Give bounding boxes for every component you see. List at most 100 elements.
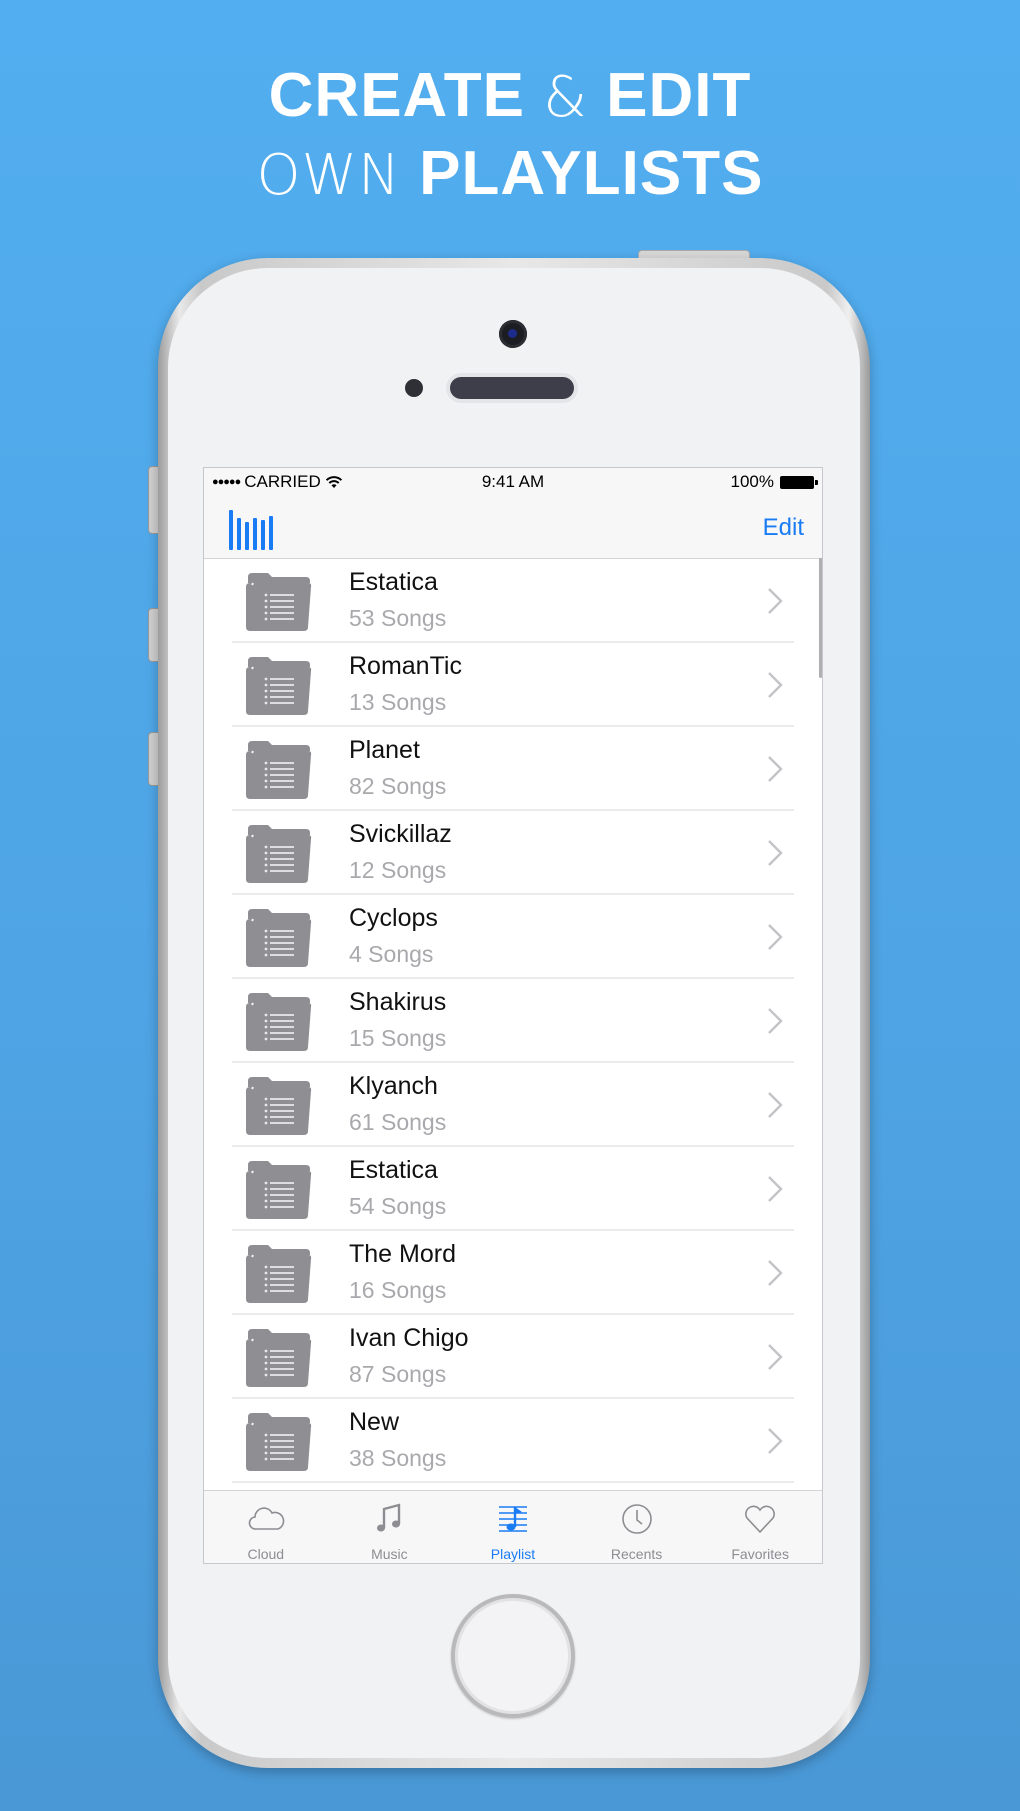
headline-line-1: CREATE & EDIT	[0, 58, 1020, 136]
cloud-icon	[248, 1507, 285, 1530]
chevron-right-icon	[768, 672, 783, 698]
headline-word: EDIT	[606, 61, 752, 130]
playlist-text: Shakirus 15 Songs	[349, 984, 446, 1056]
playlist-text: Svickillaz 12 Songs	[349, 816, 452, 888]
heart-icon	[745, 1505, 776, 1534]
playlist-name: New	[349, 1408, 400, 1436]
carrier-name: CARRIED	[244, 472, 321, 491]
playlist-song-count: 16 Songs	[349, 1277, 447, 1303]
playlist-folder-icon	[246, 1245, 312, 1303]
music-note-icon	[377, 1503, 401, 1532]
playlist-song-count: 38 Songs	[349, 1445, 447, 1471]
playlist-song-count: 12 Songs	[349, 857, 447, 883]
playlist-text: Estatica 53 Songs	[349, 564, 446, 636]
playlist-text: Cyclops 4 Songs	[349, 900, 438, 972]
playlist-text: Estatica 54 Songs	[349, 1152, 446, 1224]
playlist-song-count: 4 Songs	[349, 941, 434, 967]
playlist-row[interactable]: Estatica 53 Songs	[204, 559, 822, 643]
playlist-folder-icon	[246, 657, 312, 715]
playlist-folder-icon	[246, 825, 312, 883]
home-button[interactable]	[451, 1594, 575, 1718]
playlist-song-count: 13 Songs	[349, 689, 447, 715]
playlist-folder-icon	[246, 741, 312, 799]
earpiece-speaker	[450, 377, 574, 399]
playlist-text: New 38 Songs	[349, 1404, 446, 1476]
playlist-folder-icon	[246, 1329, 312, 1387]
playlist-row[interactable]: RomanTic 13 Songs	[204, 643, 822, 727]
playlist-row[interactable]: Svickillaz 12 Songs	[204, 811, 822, 895]
playlist-row[interactable]: The Mord 16 Songs	[204, 1231, 822, 1315]
playlist-list: Estatica 53 Songs RomanTic 13 Songs Plan…	[204, 559, 822, 1483]
playlist-song-count: 15 Songs	[349, 1025, 447, 1051]
playlist-row[interactable]: Shakirus 15 Songs	[204, 979, 822, 1063]
playlist-row[interactable]: Estatica 54 Songs	[204, 1147, 822, 1231]
playlist-name: Ivan Chigo	[349, 1324, 469, 1352]
tab-bar: Cloud Music Playlist Recents Favorites	[204, 1490, 822, 1563]
playlist-text: Ivan Chigo 87 Songs	[349, 1320, 469, 1392]
scrollbar[interactable]	[819, 558, 822, 678]
playlist-row[interactable]: Planet 82 Songs	[204, 727, 822, 811]
playlist-text: Klyanch 61 Songs	[349, 1068, 446, 1140]
equalizer-icon[interactable]	[229, 510, 273, 550]
chevron-right-icon	[768, 1176, 783, 1202]
tab-favorites[interactable]: Favorites	[698, 1491, 822, 1563]
status-bar: ●●●●● CARRIED 9:41 AM 100%	[204, 468, 822, 496]
playlist-name: Shakirus	[349, 988, 447, 1016]
playlist-folder-icon	[246, 1413, 312, 1471]
chevron-right-icon	[768, 924, 783, 950]
playlist-row[interactable]: Cyclops 4 Songs	[204, 895, 822, 979]
playlist-name: Planet	[349, 736, 420, 764]
headline-word: OWN	[256, 143, 401, 208]
headline-word: CREATE	[268, 61, 525, 130]
playlist-folder-icon	[246, 573, 312, 631]
promo-headline: CREATE & EDIT OWN PLAYLISTS	[0, 58, 1020, 214]
playlist-folder-icon	[246, 1161, 312, 1219]
headline-word: PLAYLISTS	[419, 139, 764, 208]
chevron-right-icon	[768, 840, 783, 866]
tab-playlist[interactable]: Playlist	[451, 1491, 575, 1563]
playlist-name: Estatica	[349, 1156, 438, 1184]
playlist-name: RomanTic	[349, 652, 462, 680]
playlist-row[interactable]: Ivan Chigo 87 Songs	[204, 1315, 822, 1399]
tab-label: Recents	[610, 1546, 663, 1562]
playlist-text: Planet 82 Songs	[349, 732, 446, 804]
front-camera	[499, 320, 527, 348]
chevron-right-icon	[768, 1008, 783, 1034]
playlist-name: Klyanch	[349, 1072, 438, 1100]
chevron-right-icon	[768, 1428, 783, 1454]
playlist-row[interactable]: Klyanch 61 Songs	[204, 1063, 822, 1147]
chevron-right-icon	[768, 1260, 783, 1286]
chevron-right-icon	[768, 756, 783, 782]
playlist-song-count: 87 Songs	[349, 1361, 447, 1387]
playlist-song-count: 53 Songs	[349, 605, 447, 631]
playlist-row[interactable]: New 38 Songs	[204, 1399, 822, 1483]
playlist-folder-icon	[246, 909, 312, 967]
playlist-name: Cyclops	[349, 904, 438, 932]
chevron-right-icon	[768, 588, 783, 614]
proximity-sensor	[405, 379, 423, 397]
chevron-right-icon	[768, 1092, 783, 1118]
playlist-song-count: 54 Songs	[349, 1193, 447, 1219]
app-screen: ●●●●● CARRIED 9:41 AM 100% Edit Estatica…	[203, 467, 823, 1564]
battery-icon	[780, 475, 818, 489]
wifi-icon	[325, 476, 342, 488]
playlist-song-count: 82 Songs	[349, 773, 447, 799]
playlist-name: Svickillaz	[349, 820, 452, 848]
navigation-bar: Edit	[204, 496, 822, 559]
edit-button[interactable]: Edit	[763, 514, 804, 542]
tab-label: Favorites	[731, 1546, 789, 1562]
playlist-folder-icon	[246, 993, 312, 1051]
playlist-icon	[498, 1506, 527, 1532]
chevron-right-icon	[768, 1344, 783, 1370]
tab-label: Playlist	[490, 1546, 536, 1562]
headline-line-2: OWN PLAYLISTS	[0, 136, 1020, 214]
tab-recents[interactable]: Recents	[575, 1491, 699, 1563]
tab-label: Music	[371, 1546, 408, 1562]
tab-music[interactable]: Music	[328, 1491, 452, 1563]
playlist-text: The Mord 16 Songs	[349, 1236, 456, 1308]
signal-strength-icon: ●●●●●	[212, 476, 241, 488]
tab-label: Cloud	[247, 1546, 285, 1562]
tab-cloud[interactable]: Cloud	[204, 1491, 328, 1563]
headline-word: &	[543, 65, 588, 130]
playlist-name: The Mord	[349, 1240, 456, 1268]
